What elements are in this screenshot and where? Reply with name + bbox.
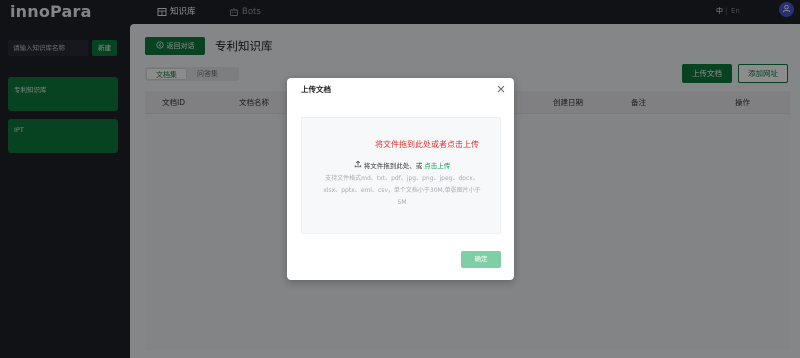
modal-title: 上传文档	[301, 85, 331, 94]
confirm-button[interactable]: 确定	[461, 251, 501, 268]
drop-instruction-text: 将文件拖到此处、或	[363, 162, 423, 170]
close-icon[interactable]	[496, 84, 506, 94]
file-drop-zone[interactable]: 将文件拖到此处或者点击上传 将文件拖到此处、或 点击上传 支持文件格式md、tx…	[301, 117, 501, 234]
supported-formats-text: 支持文件格式md、txt、pdf、jpg、png、jpeg、docx、xlsx、…	[323, 175, 481, 206]
click-to-upload-link[interactable]: 点击上传	[424, 160, 450, 170]
upload-icon	[354, 160, 362, 170]
upload-document-modal: 上传文档 将文件拖到此处或者点击上传 将文件拖到此处、或 点击上传 支持文件格式…	[287, 78, 514, 280]
drop-hint-text: 将文件拖到此处或者点击上传	[375, 140, 479, 149]
drop-instruction: 将文件拖到此处、或 点击上传	[302, 160, 502, 170]
